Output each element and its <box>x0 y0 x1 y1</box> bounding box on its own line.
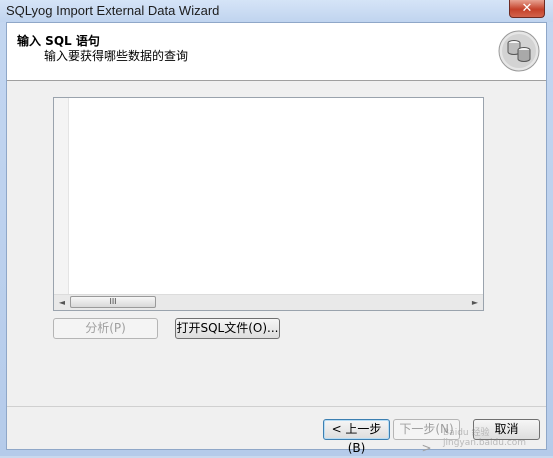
close-button[interactable]: ✕ <box>509 0 545 18</box>
window-title: SQLyog Import External Data Wizard <box>6 3 220 18</box>
watermark-text: Baidu 经验 jingyan.baidu.com <box>443 428 527 448</box>
wizard-client-area: 输入 SQL 语句 输入要获得哪些数据的查询 ◄ III ► 分析(P) 打开S… <box>6 22 547 455</box>
scroll-thumb[interactable]: III <box>70 296 156 308</box>
back-button[interactable]: < 上一步(B) <box>323 419 390 455</box>
wizard-window: SQLyog Import External Data Wizard ✕ 输入 … <box>0 0 553 456</box>
close-icon: ✕ <box>521 1 533 16</box>
analyze-button[interactable]: 分析(P) <box>53 318 158 339</box>
wizard-header: 输入 SQL 语句 输入要获得哪些数据的查询 <box>7 23 546 81</box>
title-bar: SQLyog Import External Data Wizard ✕ <box>0 0 553 22</box>
horizontal-scrollbar[interactable]: ◄ III ► <box>54 294 483 310</box>
footer-divider <box>7 406 546 407</box>
editor-gutter <box>54 98 69 296</box>
editor-text[interactable] <box>72 100 479 290</box>
scroll-left-icon[interactable]: ◄ <box>56 297 68 308</box>
scroll-right-icon[interactable]: ► <box>469 297 481 308</box>
open-sql-file-button[interactable]: 打开SQL文件(O)... <box>175 318 280 339</box>
page-subtitle: 输入要获得哪些数据的查询 <box>44 49 189 63</box>
database-icon <box>498 30 540 72</box>
sql-query-editor[interactable]: ◄ III ► <box>53 97 484 311</box>
